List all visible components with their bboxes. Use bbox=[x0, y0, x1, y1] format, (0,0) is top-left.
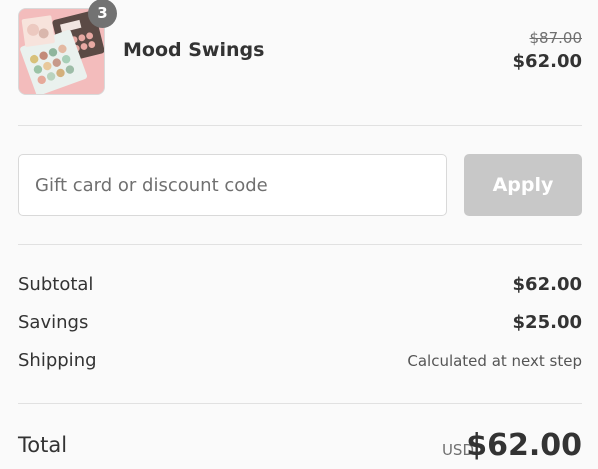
divider bbox=[18, 125, 582, 126]
compare-at-price: $87.00 bbox=[529, 29, 583, 47]
savings-row: Savings $25.00 bbox=[18, 312, 582, 338]
divider bbox=[18, 244, 582, 245]
product-thumbnail: 3 bbox=[18, 0, 117, 95]
line-item: 3 Mood Swings $87.00 $62.00 bbox=[18, 0, 583, 96]
product-price: $62.00 bbox=[512, 51, 582, 72]
apply-button[interactable]: Apply bbox=[464, 154, 582, 216]
shipping-label: Shipping bbox=[18, 350, 97, 371]
savings-value: $25.00 bbox=[512, 312, 582, 333]
quantity-badge: 3 bbox=[88, 0, 117, 28]
total-row: Total USD $62.00 bbox=[18, 428, 582, 468]
subtotal-label: Subtotal bbox=[18, 274, 94, 295]
total-amount: $62.00 bbox=[466, 428, 582, 463]
divider bbox=[18, 403, 582, 404]
total-label: Total bbox=[18, 433, 68, 457]
discount-code-input[interactable] bbox=[18, 154, 447, 216]
subtotal-row: Subtotal $62.00 bbox=[18, 274, 582, 300]
shipping-value: Calculated at next step bbox=[407, 352, 582, 370]
product-name: Mood Swings bbox=[123, 39, 265, 61]
shipping-row: Shipping Calculated at next step bbox=[18, 350, 582, 376]
subtotal-value: $62.00 bbox=[512, 274, 582, 295]
savings-label: Savings bbox=[18, 312, 89, 333]
